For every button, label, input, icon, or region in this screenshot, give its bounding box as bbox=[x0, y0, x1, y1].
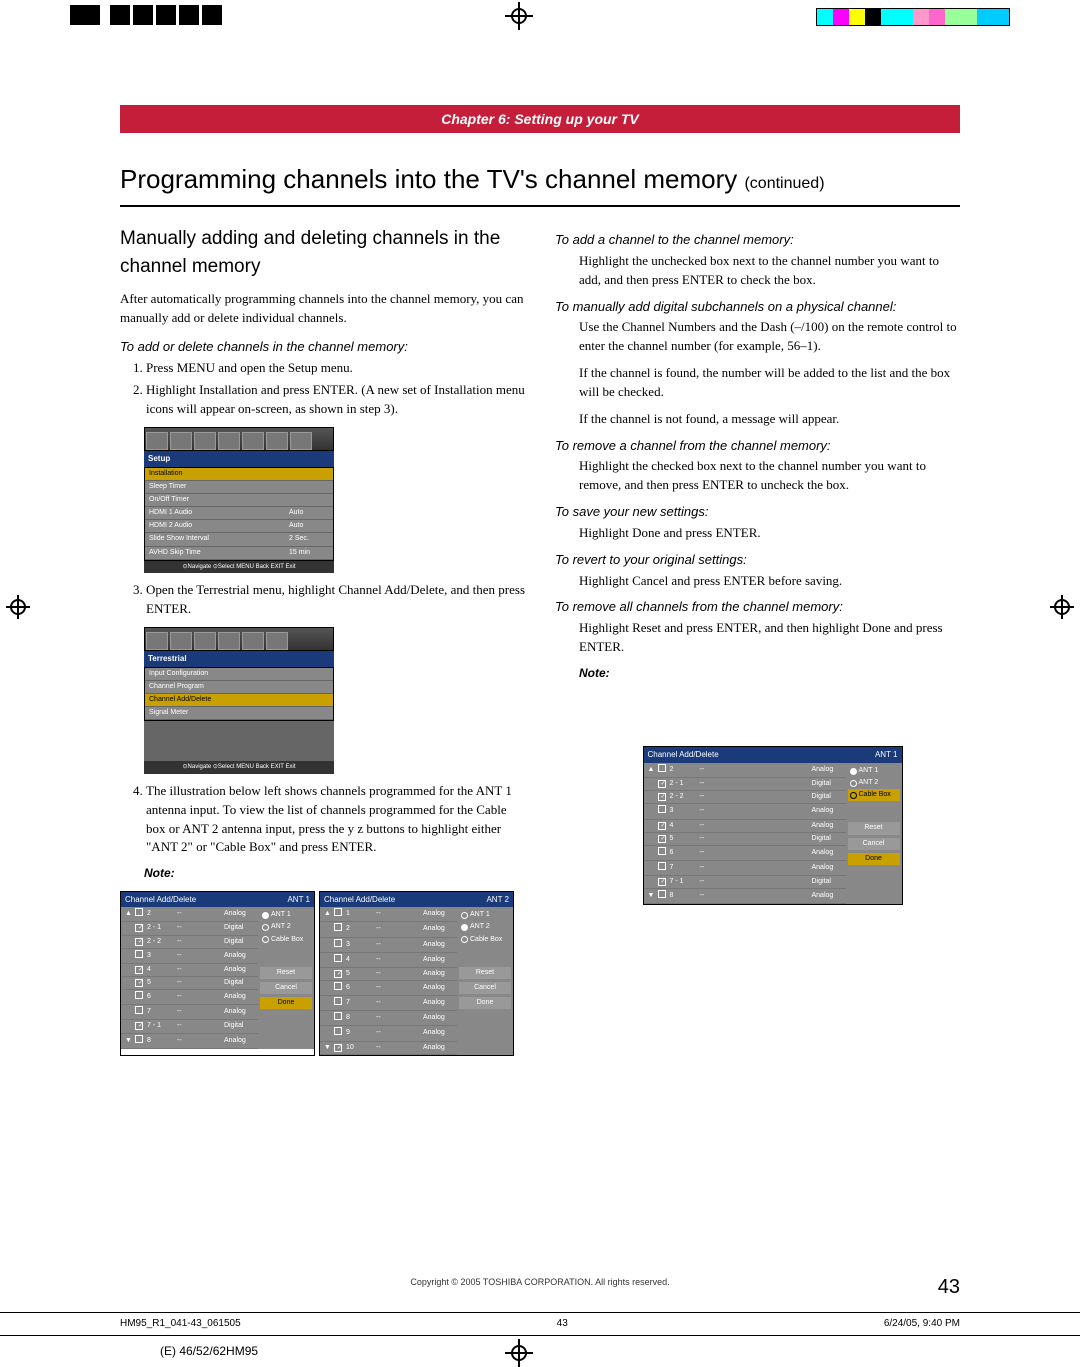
body-text: Highlight Reset and press ENTER, and the… bbox=[555, 619, 960, 657]
title-continued: (continued) bbox=[744, 175, 824, 192]
print-file: HM95_R1_041-43_061505 bbox=[120, 1317, 241, 1332]
chapter-header: Chapter 6: Setting up your TV bbox=[120, 105, 960, 133]
channel-add-delete-screenshot: Channel Add/DeleteANT 1▲2--Analog✓2 - 1-… bbox=[120, 891, 315, 1056]
subheading: To revert to your original settings: bbox=[555, 551, 960, 570]
body-text: Highlight Done and press ENTER. bbox=[555, 524, 960, 543]
body-text: Highlight the unchecked box next to the … bbox=[555, 252, 960, 290]
crosshair-icon bbox=[505, 1339, 533, 1367]
section-heading: Manually adding and deleting channels in… bbox=[120, 225, 525, 280]
copyright: Copyright © 2005 TOSHIBA CORPORATION. Al… bbox=[0, 1276, 1080, 1289]
step-1: Press MENU and open the Setup menu. bbox=[146, 359, 525, 378]
print-info-bar: HM95_R1_041-43_061505 43 6/24/05, 9:40 P… bbox=[0, 1312, 1080, 1337]
subheading: To add a channel to the channel memory: bbox=[555, 231, 960, 250]
subheading: To remove all channels from the channel … bbox=[555, 598, 960, 617]
reg-block bbox=[70, 5, 100, 25]
body-text: If the channel is not found, a message w… bbox=[555, 410, 960, 429]
title-main: Programming channels into the TV's chann… bbox=[120, 164, 737, 194]
body-text: Use the Channel Numbers and the Dash (–/… bbox=[555, 318, 960, 356]
page-number: 43 bbox=[938, 1273, 960, 1302]
body-text: Highlight Cancel and press ENTER before … bbox=[555, 572, 960, 591]
model-number: (E) 46/52/62HM95 bbox=[160, 1343, 258, 1360]
page-title: Programming channels into the TV's chann… bbox=[120, 161, 960, 207]
step-3: Open the Terrestrial menu, highlight Cha… bbox=[146, 581, 525, 619]
print-page: 43 bbox=[557, 1317, 568, 1332]
subheading: To add or delete channels in the channel… bbox=[120, 338, 525, 357]
subheading: To save your new settings: bbox=[555, 503, 960, 522]
color-bar bbox=[816, 8, 1010, 26]
body-text: If the channel is found, the number will… bbox=[555, 364, 960, 402]
crosshair-icon bbox=[1050, 595, 1074, 619]
subheading: To remove a channel from the channel mem… bbox=[555, 437, 960, 456]
setup-menu-screenshot: Setup InstallationSleep TimerOn/Off Time… bbox=[144, 427, 334, 573]
note-label: Note: bbox=[144, 865, 525, 882]
channel-add-delete-screenshot: Channel Add/DeleteANT 1▲2--Analog✓2 - 1-… bbox=[643, 746, 903, 905]
intro-text: After automatically programming channels… bbox=[120, 290, 525, 328]
terrestrial-menu-screenshot: Terrestrial Input ConfigurationChannel P… bbox=[144, 627, 334, 774]
print-date: 6/24/05, 9:40 PM bbox=[884, 1317, 960, 1332]
reg-squares bbox=[110, 5, 225, 25]
channel-add-delete-screenshot: Channel Add/DeleteANT 2▲1--Analog2--Anal… bbox=[319, 891, 514, 1056]
note-label: Note: bbox=[579, 665, 960, 682]
step-4: The illustration below left shows channe… bbox=[146, 782, 525, 857]
crosshair-icon bbox=[6, 595, 30, 619]
step-2: Highlight Installation and press ENTER. … bbox=[146, 381, 525, 419]
subheading: To manually add digital subchannels on a… bbox=[555, 298, 960, 317]
crosshair-icon bbox=[505, 2, 533, 30]
body-text: Highlight the checked box next to the ch… bbox=[555, 457, 960, 495]
